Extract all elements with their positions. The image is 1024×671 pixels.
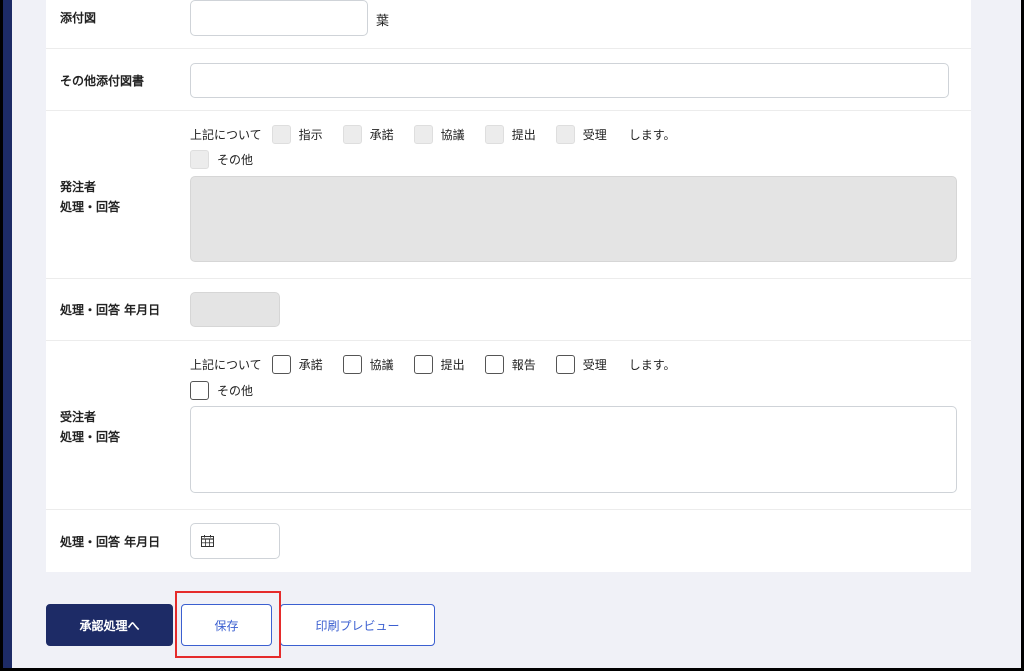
orderer-option-consult: 協議 [413, 124, 465, 144]
contractor-option-consult: 協議 [342, 354, 394, 374]
form-card: 添付図 葉 その他添付図書 発注者 処理・回答 上記について 指示 承諾 協議 … [46, 0, 971, 572]
contractor-response-textarea[interactable] [190, 406, 957, 493]
orderer-label-line1: 発注者 [60, 180, 97, 194]
orderer-checkbox-consult[interactable] [413, 124, 433, 144]
orderer-date-input[interactable] [190, 292, 280, 327]
orderer-option-receive: 受理 [555, 124, 607, 144]
contractor-checkbox-submit[interactable] [413, 354, 433, 374]
contractor-date-row: 処理・回答 年月日 [46, 510, 971, 572]
orderer-date-row: 処理・回答 年月日 [46, 279, 971, 341]
contractor-checkbox-consult[interactable] [342, 354, 362, 374]
contractor-checkbox-receive[interactable] [555, 354, 575, 374]
contractor-date-label: 処理・回答 年月日 [60, 535, 161, 549]
contractor-checkbox-approve[interactable] [271, 354, 291, 374]
orderer-options-suffix: します。 [628, 127, 676, 142]
orderer-other-label: その他 [217, 152, 254, 167]
orderer-checkbox-approve[interactable] [342, 124, 362, 144]
orderer-checkbox-instruct[interactable] [271, 124, 291, 144]
contractor-options-prefix: 上記について [190, 357, 262, 372]
approve-process-button[interactable]: 承認処理へ [46, 604, 173, 646]
contractor-checkbox-other[interactable] [190, 380, 209, 400]
contractor-response-label: 受注者 処理・回答 [60, 407, 120, 447]
orderer-checkbox-receive[interactable] [555, 124, 575, 144]
orderer-option-approve: 承諾 [342, 124, 394, 144]
attachment-count-input[interactable] [190, 0, 368, 36]
contractor-options-suffix: します。 [628, 357, 676, 372]
contractor-date-input[interactable] [190, 523, 280, 559]
orderer-checkbox-submit[interactable] [484, 124, 504, 144]
contractor-other-option: その他 [190, 380, 253, 400]
contractor-checkbox-report[interactable] [484, 354, 504, 374]
contractor-option-submit: 提出 [413, 354, 465, 374]
orderer-label-line2: 処理・回答 [60, 200, 121, 214]
attachment-label: 添付図 [60, 11, 97, 25]
left-sidebar-stripe [3, 0, 12, 668]
calendar-icon[interactable] [201, 535, 214, 547]
orderer-response-row: 発注者 処理・回答 上記について 指示 承諾 協議 提出 受理 します。 その他 [46, 111, 971, 279]
app-frame: 添付図 葉 その他添付図書 発注者 処理・回答 上記について 指示 承諾 協議 … [3, 0, 1021, 668]
orderer-checkbox-other[interactable] [190, 149, 209, 169]
contractor-other-label: その他 [217, 383, 254, 398]
save-highlight-box [175, 591, 281, 658]
orderer-date-label: 処理・回答 年月日 [60, 303, 161, 317]
attachment-row: 添付図 葉 [46, 0, 971, 49]
orderer-response-textarea[interactable] [190, 176, 957, 262]
orderer-other-option: その他 [190, 149, 253, 169]
other-attachment-input[interactable] [190, 63, 949, 98]
other-attachment-row: その他添付図書 [46, 49, 971, 111]
orderer-response-label: 発注者 処理・回答 [60, 177, 120, 217]
contractor-response-row: 受注者 処理・回答 上記について 承諾 協議 提出 報告 受理 します。 その他 [46, 341, 971, 510]
contractor-label-line2: 処理・回答 [60, 430, 121, 444]
contractor-option-report: 報告 [484, 354, 536, 374]
contractor-option-receive: 受理 [555, 354, 607, 374]
other-attachment-label: その他添付図書 [60, 74, 145, 88]
contractor-label-line1: 受注者 [60, 410, 97, 424]
orderer-options-prefix: 上記について [190, 127, 262, 142]
orderer-option-submit: 提出 [484, 124, 536, 144]
orderer-option-instruct: 指示 [271, 124, 323, 144]
contractor-options: 上記について 承諾 協議 提出 報告 受理 します。 [190, 354, 676, 374]
orderer-options: 上記について 指示 承諾 協議 提出 受理 します。 [190, 124, 676, 144]
attachment-unit: 葉 [376, 14, 390, 29]
contractor-option-approve: 承諾 [271, 354, 323, 374]
print-preview-button[interactable]: 印刷プレビュー [280, 604, 435, 646]
